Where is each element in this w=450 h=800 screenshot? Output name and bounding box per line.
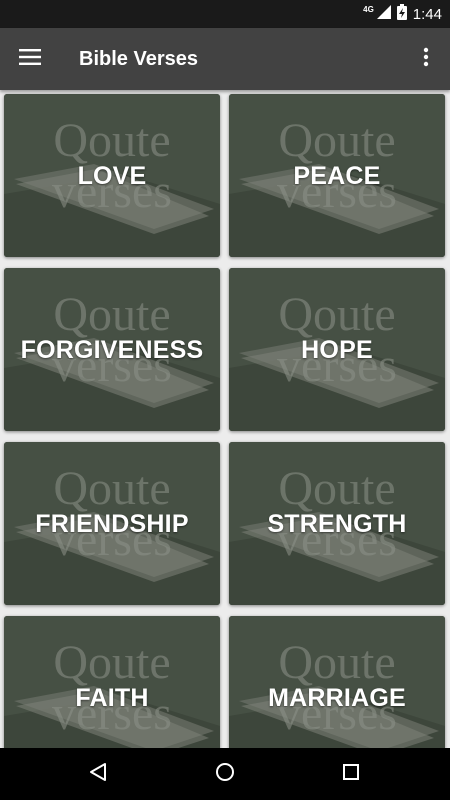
more-options-button[interactable] <box>410 43 442 75</box>
card-label: LOVE <box>77 162 147 190</box>
recents-square-icon <box>342 763 360 785</box>
status-icons: 4G 1:44 <box>363 0 442 28</box>
navigation-bar <box>0 748 450 800</box>
signal-icon <box>376 5 391 23</box>
card-label: PEACE <box>293 162 381 190</box>
status-bar: 4G 1:44 <box>0 0 450 28</box>
card-label: FAITH <box>75 684 149 712</box>
home-circle-icon <box>215 762 235 786</box>
category-card-hope[interactable]: Qoute verses HOPE <box>229 268 445 431</box>
back-button[interactable] <box>82 758 114 790</box>
app-title: Bible Verses <box>79 48 198 70</box>
battery-charging-icon <box>396 4 407 24</box>
app-bar: Bible Verses <box>0 28 450 90</box>
category-card-strength[interactable]: Qoute verses STRENGTH <box>229 442 445 605</box>
card-label: HOPE <box>301 336 373 364</box>
category-card-marriage[interactable]: Qoute verses MARRIAGE <box>229 616 445 748</box>
card-label: MARRIAGE <box>268 684 406 712</box>
category-card-peace[interactable]: Qoute verses PEACE <box>229 94 445 257</box>
back-triangle-icon <box>88 762 108 786</box>
recents-button[interactable] <box>335 758 367 790</box>
category-card-friendship[interactable]: Qoute verses FRIENDSHIP <box>4 442 220 605</box>
hamburger-menu-icon <box>19 49 41 69</box>
card-label: FORGIVENESS <box>20 336 204 364</box>
category-card-faith[interactable]: Qoute verses FAITH <box>4 616 220 748</box>
category-card-forgiveness[interactable]: Qoute verses FORGIVENESS <box>4 268 220 431</box>
category-grid: Qoute verses LOVE Qoute verses PEACE Qou… <box>0 90 450 748</box>
more-vertical-icon <box>423 47 429 71</box>
card-label: STRENGTH <box>267 510 407 538</box>
clock: 1:44 <box>412 5 442 23</box>
category-card-love[interactable]: Qoute verses LOVE <box>4 94 220 257</box>
menu-button[interactable] <box>14 43 46 75</box>
home-button[interactable] <box>209 758 241 790</box>
card-label: FRIENDSHIP <box>35 510 189 538</box>
network-type-label: 4G <box>363 4 374 14</box>
